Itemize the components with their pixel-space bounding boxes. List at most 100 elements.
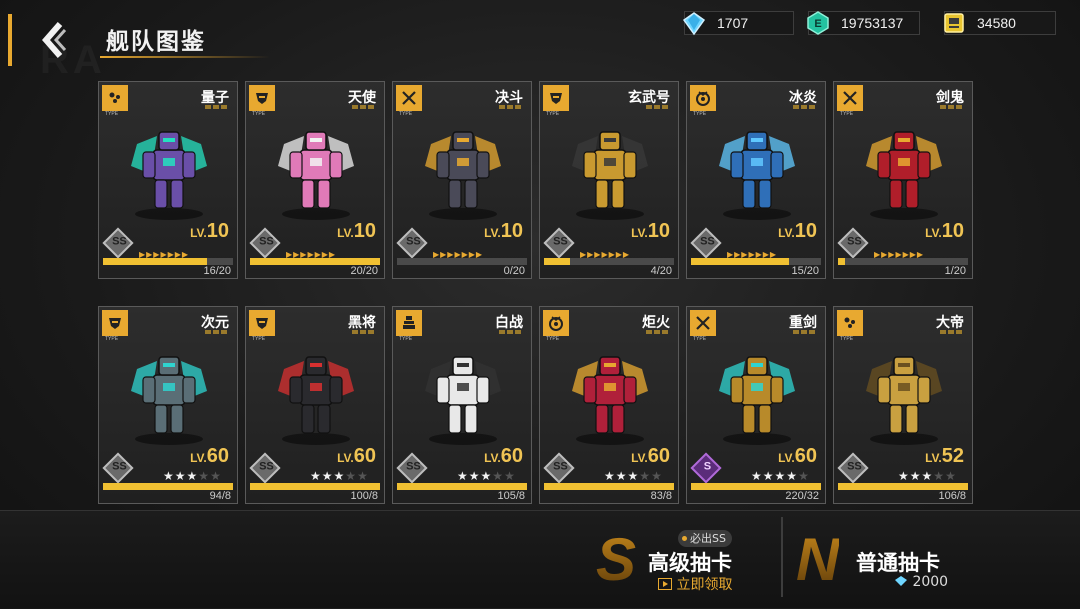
diamond-icon <box>895 576 907 586</box>
mech-name: 决斗 <box>495 90 523 106</box>
fleet-card[interactable]: TYPE 白战 SS LV.60 ★★★★★ 105/8 <box>392 306 532 504</box>
title-underline <box>100 56 270 58</box>
normal-cost-value: 2000 <box>912 574 949 590</box>
level-value: 60 <box>500 445 523 467</box>
star-rating: ★★★★★ <box>163 469 222 483</box>
mech-portrait <box>413 114 513 224</box>
type-label: TYPE <box>693 111 707 117</box>
type-badge <box>543 310 569 336</box>
progress-bar <box>838 483 968 490</box>
star-icon: ★ <box>604 469 616 483</box>
rank-label: SS <box>553 235 568 248</box>
fleet-card[interactable]: TYPE 决斗 SS LV.10 ▶▶▶▶▶▶▶ 0/20 <box>392 81 532 279</box>
fuel-icon <box>944 13 964 33</box>
progress-count: 105/8 <box>497 490 525 502</box>
upgrade-chevrons: ▶▶▶▶▶▶▶ <box>433 250 484 259</box>
type-badge <box>837 310 863 336</box>
accent-bar <box>8 14 12 66</box>
fleet-card[interactable]: TYPE 天使 SS LV.10 ▶▶▶▶▶▶▶ 20/20 <box>245 81 385 279</box>
back-button[interactable] <box>34 20 74 60</box>
mech-name: 炬火 <box>642 315 670 331</box>
rarity-dots <box>940 330 964 334</box>
fuel-currency[interactable]: 34580 <box>944 11 1056 35</box>
level-display: LV.60 <box>631 445 670 468</box>
level-prefix: LV. <box>337 451 354 465</box>
type-label: TYPE <box>105 336 119 342</box>
progress-bar <box>103 483 233 490</box>
normal-gacha-label: 普通抽卡 <box>856 551 940 575</box>
premium-claim-link[interactable]: 立即领取 <box>658 574 732 594</box>
shield-type-icon <box>549 316 563 331</box>
progress-bar <box>250 483 380 490</box>
helmet-type-icon <box>256 93 268 104</box>
type-label: TYPE <box>840 336 854 342</box>
diamond-currency[interactable]: 1707 <box>682 11 794 36</box>
premium-gacha-label: 高级抽卡 <box>648 551 732 575</box>
type-badge <box>396 310 422 336</box>
fleet-card[interactable]: TYPE 重剑 S LV.60 ★★★★★ 220/32 <box>686 306 826 504</box>
level-display: LV.60 <box>337 445 376 468</box>
helmet-type-icon <box>109 318 121 329</box>
rarity-dots <box>793 105 817 109</box>
diamond-amount: 1707 <box>717 15 749 31</box>
type-label: TYPE <box>399 111 413 117</box>
fleet-card[interactable]: TYPE 次元 SS LV.60 ★★★★★ 94/8 <box>98 306 238 504</box>
star-icon: ★ <box>468 469 481 483</box>
type-label: TYPE <box>693 336 707 342</box>
level-display: LV.60 <box>190 445 229 468</box>
rank-badge: SS <box>543 227 575 259</box>
type-badge <box>543 85 569 111</box>
normal-gacha-button[interactable]: N 普通抽卡 2000 <box>792 511 980 609</box>
mech-name: 次元 <box>201 315 229 331</box>
level-display: LV.10 <box>484 220 523 243</box>
premium-gacha-button[interactable]: S 高级抽卡 立即领取 <box>590 511 780 609</box>
progress-fill <box>691 483 821 490</box>
fleet-card[interactable]: TYPE 黑将 SS LV.60 ★★★★★ 100/8 <box>245 306 385 504</box>
star-icon: ★ <box>945 469 957 483</box>
progress-bar <box>691 483 821 490</box>
mech-name: 玄武号 <box>628 90 670 106</box>
level-prefix: LV. <box>925 451 942 465</box>
claim-label: 立即领取 <box>676 577 733 593</box>
progress-bar <box>397 483 527 490</box>
progress-count: 0/20 <box>503 265 525 277</box>
type-label: TYPE <box>546 336 560 342</box>
star-icon: ★ <box>186 469 199 483</box>
fleet-card[interactable]: TYPE 剑鬼 SS LV.10 ▶▶▶▶▶▶▶ 1/20 <box>833 81 973 279</box>
fleet-card[interactable]: TYPE 玄武号 SS LV.10 ▶▶▶▶▶▶▶ 4/20 <box>539 81 679 279</box>
progress-bar <box>691 258 821 265</box>
fleet-card[interactable]: TYPE 大帝 SS LV.52 ★★★★★ 106/8 <box>833 306 973 504</box>
level-display: LV.10 <box>190 220 229 243</box>
rarity-dots <box>499 105 523 109</box>
level-display: LV.10 <box>925 220 964 243</box>
level-display: LV.10 <box>631 220 670 243</box>
fleet-card[interactable]: TYPE 炬火 SS LV.60 ★★★★★ 83/8 <box>539 306 679 504</box>
star-icon: ★ <box>333 469 346 483</box>
rank-badge: S <box>690 452 722 484</box>
rank-badge: SS <box>837 452 869 484</box>
energy-currency[interactable]: E 19753137 <box>807 11 920 35</box>
normal-cost: 2000 <box>894 574 948 590</box>
level-prefix: LV. <box>778 451 795 465</box>
fleet-card[interactable]: TYPE 冰炎 SS LV.10 ▶▶▶▶▶▶▶ 15/20 <box>686 81 826 279</box>
type-label: TYPE <box>840 111 854 117</box>
level-display: LV.60 <box>484 445 523 468</box>
level-value: 10 <box>353 220 376 242</box>
star-icon: ★ <box>163 469 175 483</box>
mech-name: 大帝 <box>936 315 964 331</box>
progress-fill <box>838 258 845 265</box>
star-rating: ★★★★★ <box>898 469 957 483</box>
progress-fill <box>544 258 570 265</box>
level-value: 10 <box>647 220 670 242</box>
rarity-dots <box>793 330 817 334</box>
star-icon: ★ <box>921 469 934 483</box>
level-value: 10 <box>206 220 229 242</box>
progress-count: 4/20 <box>650 265 672 277</box>
progress-fill <box>838 483 968 490</box>
fleet-card[interactable]: TYPE 量子 SS LV.10 ▶▶▶▶▶▶▶ 16/20 <box>98 81 238 279</box>
tower-type-icon <box>403 316 415 329</box>
rank-label: SS <box>700 235 715 248</box>
level-value: 60 <box>206 445 229 467</box>
progress-fill <box>544 483 674 490</box>
rarity-dots <box>352 330 376 334</box>
